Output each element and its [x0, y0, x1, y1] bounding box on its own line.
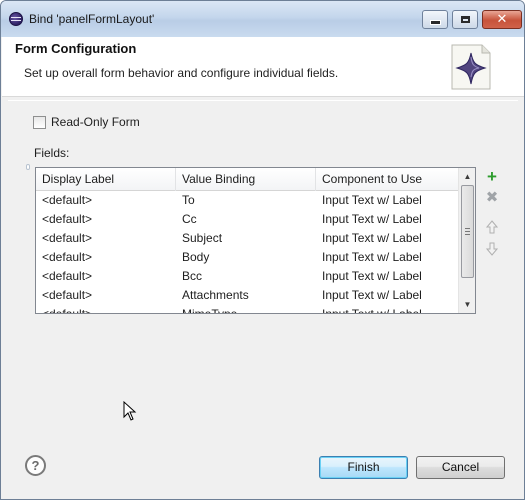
cell-display-label: <default> [42, 231, 93, 245]
title-bar[interactable]: Bind 'panelFormLayout' ✕ [1, 1, 524, 37]
cancel-button[interactable]: Cancel [416, 456, 505, 479]
readonly-form-label[interactable]: Read-Only Form [51, 115, 140, 129]
cell-value-binding: Cc [182, 212, 197, 226]
cell-display-label: <default> [42, 288, 93, 302]
scroll-thumb[interactable] [461, 185, 474, 278]
cell-component: Input Text w/ Label [322, 250, 422, 264]
mouse-cursor-icon [123, 401, 137, 421]
cell-component: Input Text w/ Label [322, 231, 422, 245]
column-header-value-binding[interactable]: Value Binding [176, 168, 316, 191]
maximize-button[interactable] [452, 10, 478, 29]
finish-button[interactable]: Finish [319, 456, 408, 479]
cell-display-label: <default> [42, 212, 93, 226]
cell-value-binding: MimeType [176, 305, 316, 313]
cell-display-label: <default> [42, 269, 93, 283]
cell-value-binding: Bcc [182, 269, 203, 283]
cell-display-label: <default> [42, 193, 93, 207]
table-body: <default> To Input Text w/ Label <defaul… [36, 191, 458, 313]
cell-component: Input Text w/ Label [322, 212, 422, 226]
table-vertical-scrollbar[interactable]: ▲ ▼ [458, 168, 475, 313]
cell-component: Input Text w/ Label [322, 193, 422, 207]
form-body: Read-Only Form Fields: Display Label Val… [2, 98, 524, 433]
cell-value-binding: Attachments [182, 288, 249, 302]
table-row[interactable]: <default> To Input Text w/ Label [36, 191, 458, 210]
minimize-icon [429, 20, 441, 25]
banner-title: Form Configuration [15, 41, 137, 56]
table-row[interactable]: <default> Cc Input Text w/ Label [36, 210, 458, 229]
cell-display-label: <default> [36, 305, 176, 313]
scroll-up-arrow-icon[interactable]: ▲ [459, 168, 475, 185]
field-decoration-icon [26, 164, 30, 170]
maximize-icon [460, 16, 470, 23]
fields-table[interactable]: Display Label Value Binding Component to… [35, 167, 476, 314]
wizard-star-icon [451, 44, 491, 90]
table-row[interactable]: <default> Subject Input Text w/ Label [36, 229, 458, 248]
close-button[interactable]: ✕ [482, 10, 522, 29]
cell-value-binding: To [182, 193, 195, 207]
move-down-icon[interactable] [484, 241, 500, 257]
dialog-window: Bind 'panelFormLayout' ✕ Form Configurat… [0, 0, 525, 500]
delete-field-icon[interactable]: ✖ [484, 190, 500, 206]
table-row[interactable]: <default> Body Input Text w/ Label [36, 248, 458, 267]
cell-value-binding: Subject [182, 231, 223, 245]
readonly-form-option[interactable]: Read-Only Form [33, 115, 140, 129]
help-icon[interactable]: ? [25, 455, 46, 476]
scroll-down-arrow-icon[interactable]: ▼ [459, 296, 475, 313]
column-header-component[interactable]: Component to Use [316, 168, 458, 191]
wizard-banner: Form Configuration Set up overall form b… [2, 37, 524, 97]
add-field-icon[interactable]: + [484, 168, 500, 185]
minimize-button[interactable] [422, 10, 448, 29]
readonly-form-checkbox[interactable] [33, 115, 46, 129]
cell-component: Input Text w/ Label [316, 305, 458, 313]
table-header: Display Label Value Binding Component to… [36, 168, 458, 191]
table-row[interactable]: <default> MimeType Input Text w/ Label [36, 305, 458, 313]
window-title: Bind 'panelFormLayout' [29, 12, 155, 26]
cell-component: Input Text w/ Label [322, 288, 422, 302]
dialog-footer: ? Finish Cancel [2, 433, 524, 499]
close-icon: ✕ [496, 12, 508, 27]
eclipse-app-icon [9, 12, 23, 26]
column-header-display-label[interactable]: Display Label [36, 168, 176, 191]
cell-value-binding: Body [182, 250, 210, 264]
banner-description: Set up overall form behavior and configu… [24, 66, 339, 80]
fields-label: Fields: [34, 146, 70, 160]
cell-display-label: <default> [42, 250, 93, 264]
move-up-icon[interactable] [484, 219, 500, 235]
table-row[interactable]: <default> Bcc Input Text w/ Label [36, 267, 458, 286]
cell-component: Input Text w/ Label [322, 269, 422, 283]
table-row[interactable]: <default> Attachments Input Text w/ Labe… [36, 286, 458, 305]
